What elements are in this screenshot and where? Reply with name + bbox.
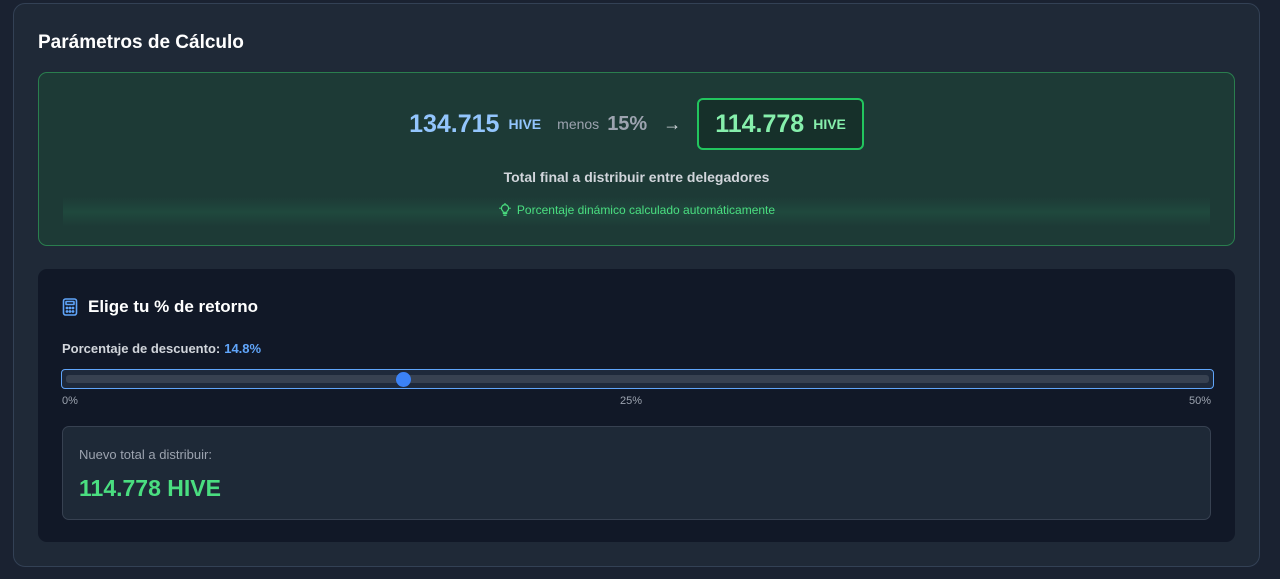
summary-box: 134.715 HIVE menos 15% → 114.778 HIVE To… — [38, 72, 1235, 246]
new-total-value: 114.778 HIVE — [79, 475, 221, 501]
tick-label-min: 0% — [62, 395, 78, 407]
summary-row: 134.715 HIVE menos 15% → 114.778 HIVE — [39, 98, 1234, 150]
calculator-icon — [62, 298, 78, 316]
discount-value: 14.8% — [224, 341, 262, 356]
page-title: Parámetros de Cálculo — [38, 32, 244, 53]
discount-label-text: Porcentaje de descuento: — [62, 341, 221, 356]
lightbulb-icon — [499, 203, 511, 216]
panel-header: Elige tu % de retorno — [62, 297, 258, 317]
arrow-right-icon: → — [663, 113, 682, 134]
result-unit: HIVE — [813, 116, 846, 132]
hint-text: Porcentaje dinámico calculado automática… — [516, 203, 776, 217]
result-box: 114.778 HIVE — [697, 98, 864, 150]
new-total-box: Nuevo total a distribuir: 114.778 HIVE — [62, 426, 1211, 520]
discount-label: Porcentaje de descuento: 14.8% — [62, 341, 261, 356]
tick-label-max: 50% — [1188, 395, 1211, 407]
original-unit: HIVE — [508, 116, 542, 132]
auto-calc-hint: Porcentaje dinámico calculado automática… — [39, 203, 1234, 217]
panel-title: Elige tu % de retorno — [88, 297, 259, 316]
return-percentage-panel: Elige tu % de retorno Porcentaje de desc… — [38, 269, 1235, 542]
original-amount: 134.715 — [409, 109, 500, 138]
slider-track[interactable] — [66, 375, 1209, 383]
minus-label: menos — [557, 116, 600, 132]
discount-percent: 15% — [607, 112, 648, 135]
slider-thumb[interactable] — [395, 372, 411, 387]
new-total-label: Nuevo total a distribuir: — [79, 447, 212, 462]
result-amount: 114.778 — [715, 109, 805, 138]
calculation-parameters-card: Parámetros de Cálculo 134.715 HIVE menos… — [13, 3, 1260, 567]
discount-slider[interactable] — [61, 369, 1214, 389]
summary-subtitle: Total final a distribuir entre delegador… — [503, 169, 770, 185]
tick-label-mid: 25% — [620, 395, 643, 407]
